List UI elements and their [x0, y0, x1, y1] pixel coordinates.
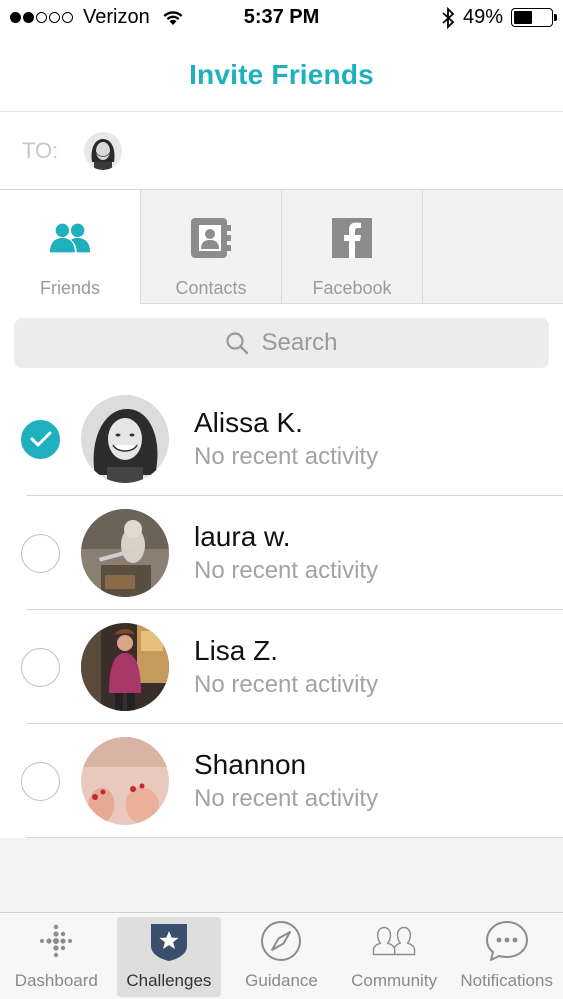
- page-title: Invite Friends: [189, 58, 374, 90]
- avatar-image: [84, 131, 123, 170]
- dashboard-dots-icon: [34, 919, 78, 963]
- battery-level: [514, 11, 532, 24]
- tab-label: Facebook: [312, 278, 392, 298]
- avatar: [81, 509, 169, 597]
- friends-list: Alissa K. No recent activity laura w. No…: [0, 382, 563, 838]
- friend-info: Alissa K. No recent activity: [194, 407, 378, 471]
- search-placeholder: Search: [261, 329, 338, 356]
- nav-header: Invite Friends: [0, 38, 563, 112]
- list-item[interactable]: laura w. No recent activity: [0, 496, 563, 610]
- to-label: TO:: [22, 137, 59, 163]
- friend-status: No recent activity: [194, 443, 379, 470]
- status-right: 49%: [441, 6, 557, 29]
- tab-label: Contacts: [175, 278, 247, 298]
- community-icon: [372, 919, 416, 963]
- selection-checkbox[interactable]: [21, 419, 60, 459]
- avatar: [81, 737, 169, 825]
- tabbar-notifications[interactable]: Notifications: [450, 913, 563, 999]
- tab-friends[interactable]: Friends: [0, 190, 141, 305]
- selection-checkbox[interactable]: [21, 761, 60, 801]
- compass-icon: [259, 919, 303, 963]
- list-item[interactable]: Lisa Z. No recent activity: [0, 610, 563, 724]
- bottom-tab-bar: Dashboard Challenges Guidance Community …: [0, 912, 563, 999]
- friends-icon: [48, 216, 92, 260]
- tabbar-community[interactable]: Community: [338, 913, 451, 999]
- recipient-avatar[interactable]: [84, 131, 123, 170]
- list-item[interactable]: Shannon No recent activity: [0, 724, 563, 838]
- friend-info: Shannon No recent activity: [194, 749, 378, 813]
- friend-info: Lisa Z. No recent activity: [194, 635, 378, 699]
- list-item[interactable]: Alissa K. No recent activity: [0, 382, 563, 496]
- chat-bubble-icon: [485, 919, 529, 963]
- selection-checkbox[interactable]: [21, 533, 60, 573]
- checkmark-icon: [30, 431, 51, 447]
- friend-status: No recent activity: [194, 785, 379, 812]
- recipients-row[interactable]: TO:: [0, 112, 563, 190]
- avatar: [81, 623, 169, 711]
- tabs-spacer: [423, 190, 563, 303]
- list-footer-area: [0, 838, 563, 913]
- friend-status: No recent activity: [194, 557, 379, 584]
- selection-checkbox[interactable]: [21, 647, 60, 687]
- source-tabs: Friends Contacts Facebook: [0, 190, 563, 305]
- tabbar-dashboard[interactable]: Dashboard: [0, 913, 113, 999]
- facebook-icon: [330, 216, 374, 260]
- bluetooth-icon: [442, 6, 455, 29]
- battery-percent: 49%: [462, 6, 503, 28]
- tab-facebook[interactable]: Facebook: [282, 190, 423, 304]
- tabbar-label: Guidance: [245, 971, 318, 990]
- friend-name: Shannon: [194, 749, 307, 780]
- friend-name: Lisa Z.: [194, 635, 279, 666]
- avatar: [81, 395, 169, 483]
- tabbar-guidance[interactable]: Guidance: [225, 913, 338, 999]
- tabbar-challenges[interactable]: Challenges: [113, 913, 226, 999]
- friend-name: laura w.: [194, 521, 291, 552]
- search-input[interactable]: Search: [14, 318, 549, 368]
- tabbar-label: Notifications: [460, 971, 553, 990]
- tabbar-label: Community: [351, 971, 438, 990]
- tabbar-label: Challenges: [126, 971, 212, 990]
- search-icon: [226, 332, 249, 355]
- tab-contacts[interactable]: Contacts: [141, 190, 282, 304]
- contacts-book-icon: [189, 216, 233, 260]
- friend-info: laura w. No recent activity: [194, 521, 378, 585]
- friend-status: No recent activity: [194, 671, 379, 698]
- tabbar-label: Dashboard: [14, 971, 98, 990]
- challenges-star-icon: [147, 919, 191, 963]
- tab-label: Friends: [39, 278, 101, 298]
- status-bar: Verizon 5:37 PM 49%: [0, 0, 563, 38]
- friend-name: Alissa K.: [194, 407, 303, 438]
- battery-icon: [511, 8, 557, 27]
